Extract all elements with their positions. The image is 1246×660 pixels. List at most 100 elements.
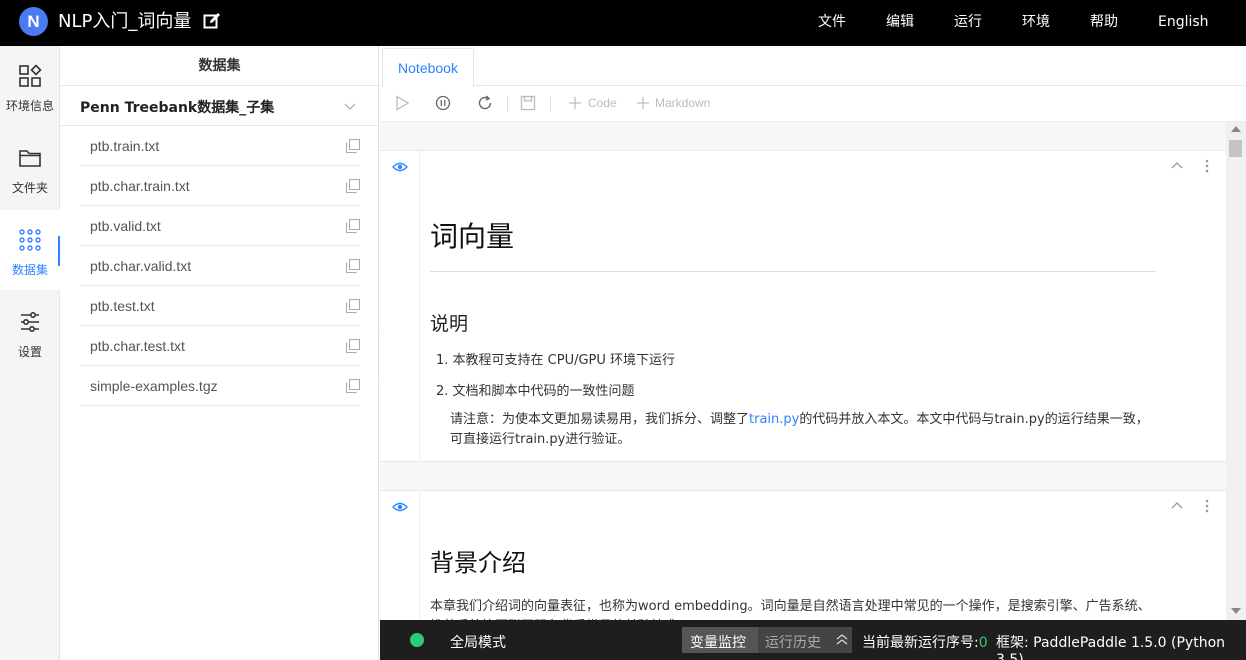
copy-icon[interactable] [346,299,360,313]
copy-icon[interactable] [346,339,360,353]
cell-paragraph: 本章我们介绍词的向量表征，也称为word embedding。词向量是自然语言处… [430,599,1151,620]
menu-run[interactable]: 运行 [954,13,982,31]
more-icon[interactable] [1200,159,1214,173]
notebook-title: NLP入门_词向量 [58,11,192,32]
menu-edit[interactable]: 编辑 [886,13,914,31]
copy-icon[interactable] [346,259,360,273]
cell-heading: 词向量 [430,220,515,253]
chevron-up-icon[interactable] [836,634,848,646]
note-paragraph: 请注意：为使本文更加易读易用，我们拆分、调整了train.py的代码并放入本文。… [450,410,1155,450]
top-bar: N NLP入门_词向量 文件 编辑 运行 环境 帮助 English [0,0,1246,46]
markdown-cell[interactable]: 词向量 说明 1. 本教程可支持在 CPU/GPU 环境下运行 2. 文档和脚本… [380,150,1226,462]
play-icon [396,95,410,111]
rail-label-folder: 文件夹 [11,181,48,195]
file-item[interactable]: ptb.char.train.txt [80,166,360,206]
copy-icon[interactable] [346,179,360,193]
panel-title: 数据集 [60,46,379,86]
menu-file[interactable]: 文件 [818,13,846,31]
status-bar: 全局模式 变量监控 运行历史 当前最新运行序号:0 框架: PaddlePadd… [380,620,1246,660]
toolbar-divider [507,96,508,112]
heading-divider [430,271,1156,272]
scroll-thumb[interactable] [1229,140,1242,157]
left-rail: 环境信息 文件夹 数据集 设置 [0,46,60,660]
restart-button[interactable] [477,95,493,113]
copy-icon[interactable] [346,379,360,393]
rail-item-folder[interactable]: 文件夹 [0,128,60,208]
file-name: ptb.test.txt [90,298,155,314]
more-icon[interactable] [1200,499,1214,513]
list-item: 1. 本教程可支持在 CPU/GPU 环境下运行 [436,353,676,368]
edit-icon[interactable] [203,12,221,30]
run-sequence-label: 当前最新运行序号: [862,635,979,651]
eye-icon[interactable] [392,499,408,515]
cell-gutter [380,151,420,461]
save-button[interactable] [520,95,536,113]
eye-icon[interactable] [392,159,408,175]
dataset-icon [19,229,41,251]
interrupt-button[interactable] [435,95,451,113]
file-item[interactable]: ptb.valid.txt [80,206,360,246]
menu-language[interactable]: English [1158,13,1209,31]
restart-icon [478,95,492,110]
dataset-name: Penn Treebank数据集_子集 [80,100,275,116]
notebook-scroll-area[interactable]: 词向量 说明 1. 本教程可支持在 CPU/GPU 环境下运行 2. 文档和脚本… [380,122,1246,620]
copy-icon[interactable] [346,139,360,153]
plus-icon [636,96,650,114]
run-button[interactable] [394,95,410,113]
toolbar-divider [550,96,551,112]
collapse-up-icon[interactable] [1170,499,1184,513]
list-item: 2. 文档和脚本中代码的一致性问题 [436,384,635,399]
cell-heading: 背景介绍 [430,549,526,577]
file-name: ptb.char.train.txt [90,178,190,194]
file-item[interactable]: ptb.test.txt [80,286,360,326]
rail-label-dataset: 数据集 [11,263,48,277]
collapse-up-icon[interactable] [1170,159,1184,173]
dataset-header[interactable]: Penn Treebank数据集_子集 [60,86,379,126]
file-item[interactable]: ptb.train.txt [80,126,360,166]
app-logo[interactable]: N [19,7,48,36]
vertical-scrollbar[interactable] [1226,122,1246,620]
file-item[interactable]: ptb.char.valid.txt [80,246,360,286]
tab-variable-monitor[interactable]: 变量监控 [690,632,746,652]
dataset-panel: 数据集 Penn Treebank数据集_子集 ptb.train.txt pt… [60,46,379,660]
add-markdown-button[interactable]: Markdown [655,96,710,110]
notebook-toolbar: Code Markdown [380,86,1246,122]
file-item[interactable]: ptb.char.test.txt [80,326,360,366]
cell-gutter [380,491,420,620]
rail-label-settings: 设置 [17,345,42,359]
scroll-down-arrow[interactable] [1231,608,1241,614]
run-sequence-value: 0 [978,635,988,651]
mode-label: 全局模式 [450,635,506,651]
tab-notebook[interactable]: Notebook [382,48,474,87]
menu-environment[interactable]: 环境 [1022,13,1050,31]
pause-icon [435,95,451,111]
train-py-link[interactable]: train.py [749,412,799,427]
markdown-cell[interactable]: 背景介绍 本章我们介绍词的向量表征，也称为word embedding。词向量是… [380,490,1226,620]
menu-help[interactable]: 帮助 [1090,13,1118,31]
kernel-status-indicator [410,633,424,647]
rail-item-settings[interactable]: 设置 [0,292,60,372]
rail-item-env-info[interactable]: 环境信息 [0,46,60,126]
note-text: 请注意：为使本文更加易读易用，我们拆分、调整了 [450,412,750,427]
status-tab-group: 变量监控 运行历史 [682,627,852,653]
scroll-up-arrow[interactable] [1231,126,1241,132]
file-name: ptb.train.txt [90,138,160,154]
file-name: ptb.char.test.txt [90,338,185,354]
notebook-area: Notebook Code Markdown 词向量 说明 1. 本教程可支持在… [380,46,1246,620]
chevron-down-icon [344,103,356,110]
add-code-button[interactable]: Code [588,96,617,110]
file-item[interactable]: simple-examples.tgz [80,366,360,406]
rail-item-dataset[interactable]: 数据集 [0,210,60,290]
copy-icon[interactable] [346,219,360,233]
plus-icon [568,96,582,114]
grid-icon [19,64,42,87]
rail-label-env-info: 环境信息 [5,99,54,113]
file-name: ptb.valid.txt [90,218,161,234]
settings-icon [21,311,39,332]
tab-run-history[interactable]: 运行历史 [765,632,821,652]
tab-bar: Notebook [380,46,1246,87]
save-icon [520,95,536,111]
run-sequence: 当前最新运行序号:0 [862,632,988,652]
file-name: simple-examples.tgz [90,378,218,394]
file-name: ptb.char.valid.txt [90,258,192,274]
